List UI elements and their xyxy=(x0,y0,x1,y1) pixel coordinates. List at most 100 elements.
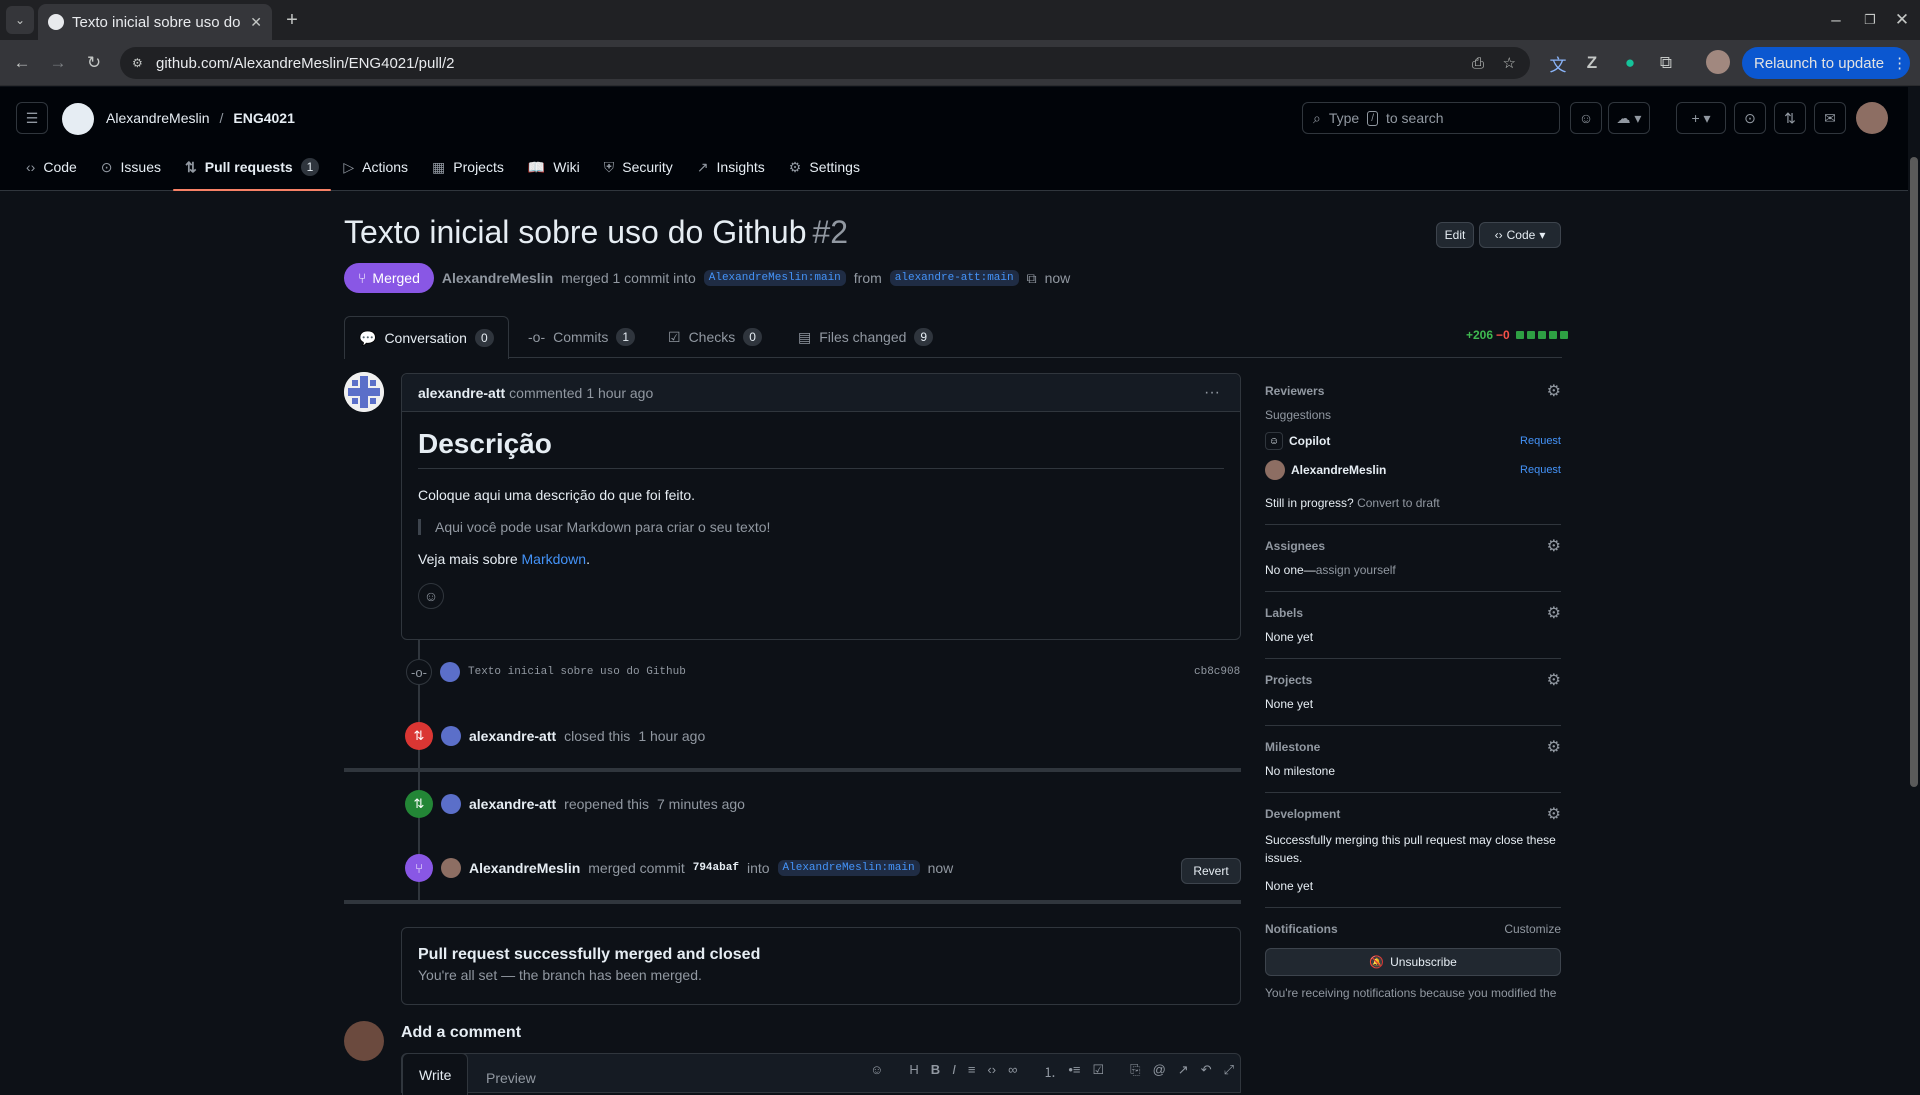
extension-z-icon[interactable]: Z xyxy=(1578,49,1606,77)
tab-commits[interactable]: -o- Commits 1 xyxy=(514,316,649,358)
fullscreen-icon[interactable]: ⤢ xyxy=(1224,1062,1234,1081)
tab-issues[interactable]: ⊙ Issues xyxy=(89,147,173,187)
unordered-list-icon[interactable]: •≡ xyxy=(1068,1062,1080,1081)
assignees-header[interactable]: Assignees ⚙ xyxy=(1265,535,1561,557)
more-options-icon[interactable]: ··· xyxy=(1204,384,1220,402)
italic-icon[interactable]: I xyxy=(952,1062,956,1081)
markdown-link[interactable]: Markdown xyxy=(522,551,587,567)
new-tab-icon[interactable]: + xyxy=(278,6,306,34)
event-time[interactable]: 7 minutes ago xyxy=(657,796,745,812)
preview-tab[interactable]: Preview xyxy=(470,1062,552,1094)
code-icon[interactable]: ‹› xyxy=(987,1062,996,1081)
add-reaction-icon[interactable]: ☺ xyxy=(418,583,444,609)
restore-icon[interactable]: ❐ xyxy=(1856,6,1884,34)
commit-sha[interactable]: cb8c908 xyxy=(1194,666,1240,678)
pull-requests-icon[interactable]: ⇅ xyxy=(1774,102,1806,134)
diffstat[interactable]: +206 −0 xyxy=(1466,328,1568,342)
actor-name[interactable]: AlexandreMeslin xyxy=(469,860,580,876)
link-icon[interactable]: ∞ xyxy=(1008,1062,1017,1081)
pr-author[interactable]: AlexandreMeslin xyxy=(442,270,553,286)
forward-icon[interactable]: → xyxy=(44,49,72,77)
head-branch[interactable]: alexandre-att:main xyxy=(889,270,1019,286)
request-review-link[interactable]: Request xyxy=(1520,435,1561,447)
tab-search-icon[interactable]: ⌄ xyxy=(6,6,34,34)
actor-avatar[interactable] xyxy=(441,858,461,878)
unsubscribe-button[interactable]: 🔕 Unsubscribe xyxy=(1265,948,1561,976)
comment-time[interactable]: 1 hour ago xyxy=(586,385,653,401)
customize-link[interactable]: Customize xyxy=(1504,922,1561,936)
tab-conversation[interactable]: 💬 Conversation 0 xyxy=(344,316,509,359)
attach-icon[interactable]: ⎘ xyxy=(1130,1062,1140,1081)
write-tab[interactable]: Write xyxy=(402,1053,469,1095)
base-branch[interactable]: AlexandreMeslin:main xyxy=(703,270,846,286)
actor-avatar[interactable] xyxy=(441,794,461,814)
extensions-puzzle-icon[interactable]: ⧉ xyxy=(1652,49,1680,77)
close-tab-icon[interactable]: ✕ xyxy=(250,14,262,31)
gear-icon[interactable]: ⚙ xyxy=(1547,536,1561,556)
ordered-list-icon[interactable]: ⒈ xyxy=(1043,1062,1056,1081)
tab-insights[interactable]: ↗ Insights xyxy=(685,147,777,187)
edit-title-button[interactable]: Edit xyxy=(1436,222,1474,248)
install-icon[interactable]: ⎙ xyxy=(1472,55,1484,72)
bookmark-star-icon[interactable]: ☆ xyxy=(1503,54,1516,72)
code-dropdown-button[interactable]: ‹› Code ▾ xyxy=(1479,222,1561,248)
reload-icon[interactable]: ↻ xyxy=(80,49,108,77)
gear-icon[interactable]: ⚙ xyxy=(1547,804,1561,824)
task-list-icon[interactable]: ☑ xyxy=(1093,1062,1105,1081)
hamburger-menu-button[interactable]: ☰ xyxy=(16,102,48,134)
commenter-avatar[interactable] xyxy=(344,372,384,412)
profile-avatar[interactable] xyxy=(1706,50,1730,74)
target-branch[interactable]: AlexandreMeslin:main xyxy=(777,860,920,876)
copilot-icon[interactable]: ☺ xyxy=(1570,102,1602,134)
create-new-button[interactable]: + ▾ xyxy=(1676,102,1726,134)
tab-checks[interactable]: ☑ Checks 0 xyxy=(654,316,776,358)
copy-icon[interactable]: ⧉ xyxy=(1027,270,1037,287)
breadcrumb-repo[interactable]: ENG4021 xyxy=(233,110,294,126)
translate-extension-icon[interactable]: 文 xyxy=(1544,49,1572,77)
undo-icon[interactable]: ↶ xyxy=(1201,1062,1212,1081)
current-user-avatar[interactable] xyxy=(344,1021,384,1061)
mention-icon[interactable]: @ xyxy=(1153,1062,1166,1081)
gear-icon[interactable]: ⚙ xyxy=(1547,603,1561,623)
gear-icon[interactable]: ⚙ xyxy=(1547,737,1561,757)
gear-icon[interactable]: ⚙ xyxy=(1547,381,1561,401)
minimize-icon[interactable]: – xyxy=(1822,6,1850,34)
commit-message[interactable]: Texto inicial sobre uso do Github xyxy=(468,666,686,678)
projects-header[interactable]: Projects ⚙ xyxy=(1265,669,1561,691)
bold-icon[interactable]: B xyxy=(931,1062,940,1081)
actor-name[interactable]: alexandre-att xyxy=(469,728,556,744)
tab-actions[interactable]: ▷ Actions xyxy=(331,147,420,187)
event-time[interactable]: now xyxy=(928,860,954,876)
close-window-icon[interactable]: ✕ xyxy=(1888,6,1916,34)
labels-header[interactable]: Labels ⚙ xyxy=(1265,602,1561,624)
breadcrumb-owner[interactable]: AlexandreMeslin xyxy=(106,110,210,126)
inbox-icon[interactable]: ✉ xyxy=(1814,102,1846,134)
copilot-icon[interactable]: ☺ xyxy=(870,1062,883,1081)
milestone-header[interactable]: Milestone ⚙ xyxy=(1265,736,1561,758)
copilot-menu-button[interactable]: ☁ ▾ xyxy=(1608,102,1650,134)
tab-settings[interactable]: ⚙ Settings xyxy=(777,147,872,187)
tab-pull-requests[interactable]: ⇅ Pull requests 1 xyxy=(173,147,332,191)
commit-author-avatar[interactable] xyxy=(440,662,460,682)
user-avatar[interactable] xyxy=(1856,102,1888,134)
reviewers-header[interactable]: Reviewers ⚙ xyxy=(1265,380,1561,402)
tab-projects[interactable]: ▦ Projects xyxy=(420,147,516,187)
search-input[interactable]: ⌕ Type / to search xyxy=(1302,102,1560,134)
convert-to-draft-link[interactable]: Convert to draft xyxy=(1357,496,1440,510)
relaunch-button[interactable]: Relaunch to update ⋮ xyxy=(1742,47,1910,79)
heading-icon[interactable]: H xyxy=(909,1062,918,1081)
address-bar[interactable]: ⚙ github.com/AlexandreMeslin/ENG4021/pul… xyxy=(120,47,1530,79)
tab-wiki[interactable]: 📖 Wiki xyxy=(516,147,592,187)
gear-icon[interactable]: ⚙ xyxy=(1547,670,1561,690)
browser-tab[interactable]: Texto inicial sobre uso do Github ✕ xyxy=(38,4,272,40)
quote-icon[interactable]: ≡ xyxy=(968,1062,976,1081)
tab-security[interactable]: ⛨ Security xyxy=(592,147,685,187)
grammarly-icon[interactable]: ● xyxy=(1616,49,1644,77)
revert-button[interactable]: Revert xyxy=(1181,858,1241,884)
back-icon[interactable]: ← xyxy=(8,49,36,77)
merge-commit-sha[interactable]: 794abaf xyxy=(693,862,739,874)
site-info-icon[interactable]: ⚙ xyxy=(132,56,143,70)
tab-code[interactable]: ‹› Code xyxy=(14,147,89,187)
actor-avatar[interactable] xyxy=(441,726,461,746)
development-header[interactable]: Development ⚙ xyxy=(1265,803,1561,825)
